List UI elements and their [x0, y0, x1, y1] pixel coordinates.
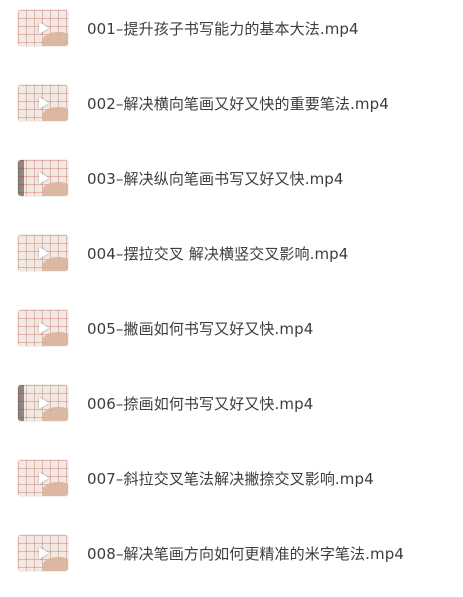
file-name: 001–提升孩子书写能力的基本大法.mp4: [87, 19, 359, 38]
play-icon: [39, 247, 49, 259]
play-icon: [39, 472, 49, 484]
play-icon: [39, 97, 49, 109]
play-icon: [39, 172, 49, 184]
video-thumbnail-icon[interactable]: [18, 460, 68, 496]
video-thumbnail-icon[interactable]: [18, 85, 68, 121]
file-item-005[interactable]: 005–撇画如何书写又好又快.mp4: [0, 302, 463, 354]
play-icon: [39, 22, 49, 34]
file-name: 006–捺画如何书写又好又快.mp4: [87, 394, 314, 413]
file-item-006[interactable]: 006–捺画如何书写又好又快.mp4: [0, 377, 463, 429]
video-thumbnail-icon[interactable]: [18, 310, 68, 346]
video-thumbnail-icon[interactable]: [18, 535, 68, 571]
play-icon: [39, 397, 49, 409]
video-thumbnail-icon[interactable]: [18, 10, 68, 46]
file-name: 005–撇画如何书写又好又快.mp4: [87, 319, 314, 338]
file-name: 008–解决笔画方向如何更精准的米字笔法.mp4: [87, 544, 404, 563]
file-item-008[interactable]: 008–解决笔画方向如何更精准的米字笔法.mp4: [0, 527, 463, 579]
file-item-004[interactable]: 004–摆拉交叉 解决横竖交叉影响.mp4: [0, 227, 463, 279]
play-icon: [39, 547, 49, 559]
file-item-003[interactable]: 003–解决纵向笔画书写又好又快.mp4: [0, 152, 463, 204]
file-item-007[interactable]: 007–斜拉交叉笔法解决撇捺交叉影响.mp4: [0, 452, 463, 504]
file-name: 007–斜拉交叉笔法解决撇捺交叉影响.mp4: [87, 469, 374, 488]
video-file-list: 001–提升孩子书写能力的基本大法.mp4 002–解决横向笔画又好又快的重要笔…: [0, 0, 463, 597]
file-name: 003–解决纵向笔画书写又好又快.mp4: [87, 169, 344, 188]
file-item-001[interactable]: 001–提升孩子书写能力的基本大法.mp4: [0, 2, 463, 54]
file-name: 004–摆拉交叉 解决横竖交叉影响.mp4: [87, 244, 349, 263]
video-thumbnail-icon[interactable]: [18, 235, 68, 271]
video-thumbnail-icon[interactable]: [18, 385, 68, 421]
file-name: 002–解决横向笔画又好又快的重要笔法.mp4: [87, 94, 389, 113]
play-icon: [39, 322, 49, 334]
file-item-002[interactable]: 002–解决横向笔画又好又快的重要笔法.mp4: [0, 77, 463, 129]
video-thumbnail-icon[interactable]: [18, 160, 68, 196]
